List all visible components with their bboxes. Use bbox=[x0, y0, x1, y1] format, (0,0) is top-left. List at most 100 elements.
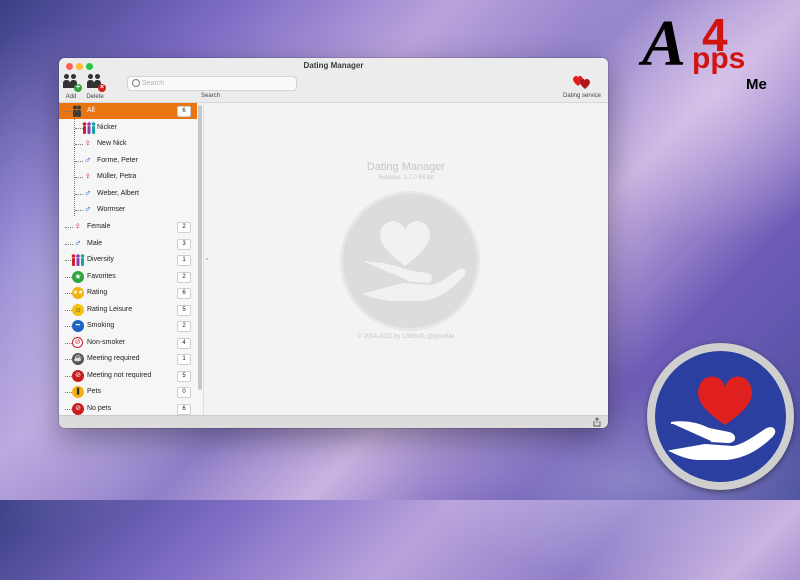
female-icon: ♀ bbox=[84, 171, 92, 182]
person-item[interactable]: ♀ Müller, Petra bbox=[59, 169, 197, 185]
person-item[interactable]: ♂ Wormser bbox=[59, 202, 197, 218]
person-item[interactable]: ♀ New Nick bbox=[59, 136, 197, 152]
person-item[interactable]: Nicker bbox=[59, 120, 197, 136]
person-label: Nicker bbox=[97, 123, 117, 131]
sidebar-item-diversity[interactable]: Diversity 1 bbox=[59, 252, 197, 268]
sidebar-item-rating[interactable]: ★★ Rating 6 bbox=[59, 285, 197, 301]
smoking-icon: ━ bbox=[72, 320, 84, 332]
count-badge: 6 bbox=[177, 288, 191, 299]
male-icon: ♂ bbox=[84, 204, 92, 215]
logo-pps: pps bbox=[692, 42, 746, 75]
dating-service-button[interactable]: Dating service bbox=[559, 72, 605, 100]
female-icon: ♀ bbox=[74, 221, 82, 232]
person-label: Weber, Albert bbox=[97, 189, 139, 197]
search-icon bbox=[132, 79, 140, 87]
sidebar-item-meeting-required[interactable]: ☕ Meeting required 1 bbox=[59, 351, 197, 367]
count-badge: 4 bbox=[177, 337, 191, 349]
sidebar-item-label: Diversity bbox=[87, 256, 114, 263]
meeting-not-required-icon: ⊘ bbox=[72, 369, 84, 382]
sidebar-item-smoking[interactable]: ━ Smoking 2 bbox=[59, 318, 197, 334]
heart-hand-icon bbox=[361, 221, 466, 301]
diversity-icon bbox=[82, 121, 96, 134]
female-icon: ♀ bbox=[84, 138, 92, 149]
meeting-required-icon: ☕ bbox=[72, 353, 84, 365]
sidebar-item-pets[interactable]: ❚ Pets 0 bbox=[59, 384, 197, 400]
sidebar-item-favorites[interactable]: ★ Favorites 2 bbox=[59, 269, 197, 285]
pets-icon: ❚ bbox=[72, 386, 84, 398]
copyright-text: © 2014-2022 by CIMSoft, @pps4Me bbox=[357, 334, 455, 340]
window-title: Dating Manager bbox=[303, 61, 364, 70]
count-badge: 2 bbox=[177, 321, 191, 332]
share-icon[interactable] bbox=[592, 417, 602, 427]
hearts-icon bbox=[573, 75, 590, 89]
sidebar-item-rating-leisure[interactable]: ☼ Rating Leisure 5 bbox=[59, 302, 197, 318]
diversity-icon bbox=[71, 254, 85, 266]
add-person-icon: + bbox=[61, 74, 82, 92]
sidebar-item-all[interactable]: All 6 bbox=[59, 103, 197, 119]
delete-button[interactable]: × Delete bbox=[83, 74, 107, 100]
person-item[interactable]: ♂ Forme, Peter bbox=[59, 153, 197, 169]
sidebar-item-label: Female bbox=[87, 223, 111, 230]
sidebar-item-label: Pets bbox=[87, 388, 102, 395]
search-field[interactable] bbox=[127, 76, 297, 91]
sidebar-item-meeting-not-required[interactable]: ⊘ Meeting not required 5 bbox=[59, 368, 197, 384]
detail-panel: Dating Manager Release: 1.7.0 64 Bit © 2… bbox=[204, 103, 608, 415]
sidebar-item-label: Meeting required bbox=[87, 355, 140, 362]
heart-hand-icon bbox=[667, 376, 776, 460]
sidebar-item-label: Favorites bbox=[87, 272, 116, 280]
sidebar: All 6 Nicker ♀ New Nick ♂ Forme, Peter ♀ bbox=[59, 103, 204, 415]
add-label: Add bbox=[65, 94, 77, 100]
sidebar-item-non-smoker[interactable]: ⊘ Non-smoker 4 bbox=[59, 335, 197, 351]
sidebar-item-label: All bbox=[87, 107, 95, 114]
sidebar-item-label: Rating Leisure bbox=[87, 305, 133, 313]
favorites-star-icon: ★ bbox=[72, 270, 84, 283]
search-caption: Search bbox=[201, 93, 221, 99]
logo-me: Me bbox=[746, 76, 767, 93]
person-label: Müller, Petra bbox=[97, 173, 137, 180]
count-badge: 6 bbox=[177, 403, 191, 415]
split-handle[interactable] bbox=[206, 258, 208, 260]
title-bar: Dating Manager + Add × Delete Search Sea… bbox=[59, 58, 608, 103]
sidebar-scrollbar[interactable] bbox=[198, 105, 202, 390]
count-badge: 2 bbox=[177, 271, 191, 283]
sidebar-item-label: Smoking bbox=[87, 322, 115, 329]
sidebar-item-label: No pets bbox=[87, 404, 112, 412]
sidebar-item-no-pets[interactable]: ⊘ No pets 6 bbox=[59, 401, 197, 416]
sidebar-item-label: Rating bbox=[87, 289, 108, 296]
release-info: Release: 1.7.0 64 Bit bbox=[378, 175, 434, 181]
sidebar-item-female[interactable]: ♀ Female 2 bbox=[59, 219, 197, 235]
rating-icon: ★★ bbox=[72, 287, 84, 299]
all-people-icon bbox=[73, 105, 81, 117]
count-badge: 0 bbox=[177, 387, 191, 398]
app-window: Dating Manager + Add × Delete Search Sea… bbox=[59, 58, 608, 428]
sidebar-item-label: Meeting not required bbox=[87, 371, 152, 379]
sidebar-item-male[interactable]: ♂ Male 3 bbox=[59, 236, 197, 252]
search-input[interactable] bbox=[142, 77, 290, 90]
count-badge: 1 bbox=[177, 354, 191, 365]
add-button[interactable]: + Add bbox=[59, 74, 83, 100]
non-smoker-icon: ⊘ bbox=[72, 336, 83, 348]
person-item[interactable]: ♂ Weber, Albert bbox=[59, 186, 197, 202]
no-pets-icon: ⊘ bbox=[72, 402, 84, 415]
count-badge: 5 bbox=[177, 304, 191, 316]
male-icon: ♂ bbox=[74, 237, 82, 249]
delete-label: Delete bbox=[86, 94, 104, 100]
count-badge: 5 bbox=[177, 370, 191, 382]
count-badge: 3 bbox=[177, 238, 191, 250]
app-name: Dating Manager bbox=[366, 161, 446, 173]
person-label: Forme, Peter bbox=[97, 156, 138, 164]
emblem-disc bbox=[655, 351, 786, 482]
count-badge: 1 bbox=[177, 255, 191, 266]
count-badge: 6 bbox=[177, 106, 191, 117]
male-icon: ♂ bbox=[84, 154, 92, 166]
logo-letter-a: A bbox=[642, 7, 687, 80]
app-emblem bbox=[647, 343, 794, 490]
rating-leisure-icon: ☼ bbox=[72, 303, 84, 316]
heart-hand-placeholder bbox=[340, 191, 480, 331]
person-label: New Nick bbox=[97, 140, 127, 147]
sidebar-item-label: Male bbox=[87, 239, 103, 247]
male-icon: ♂ bbox=[84, 187, 92, 199]
dating-service-label: Dating service bbox=[562, 93, 601, 99]
status-bar bbox=[59, 415, 608, 428]
count-badge: 2 bbox=[177, 222, 191, 233]
